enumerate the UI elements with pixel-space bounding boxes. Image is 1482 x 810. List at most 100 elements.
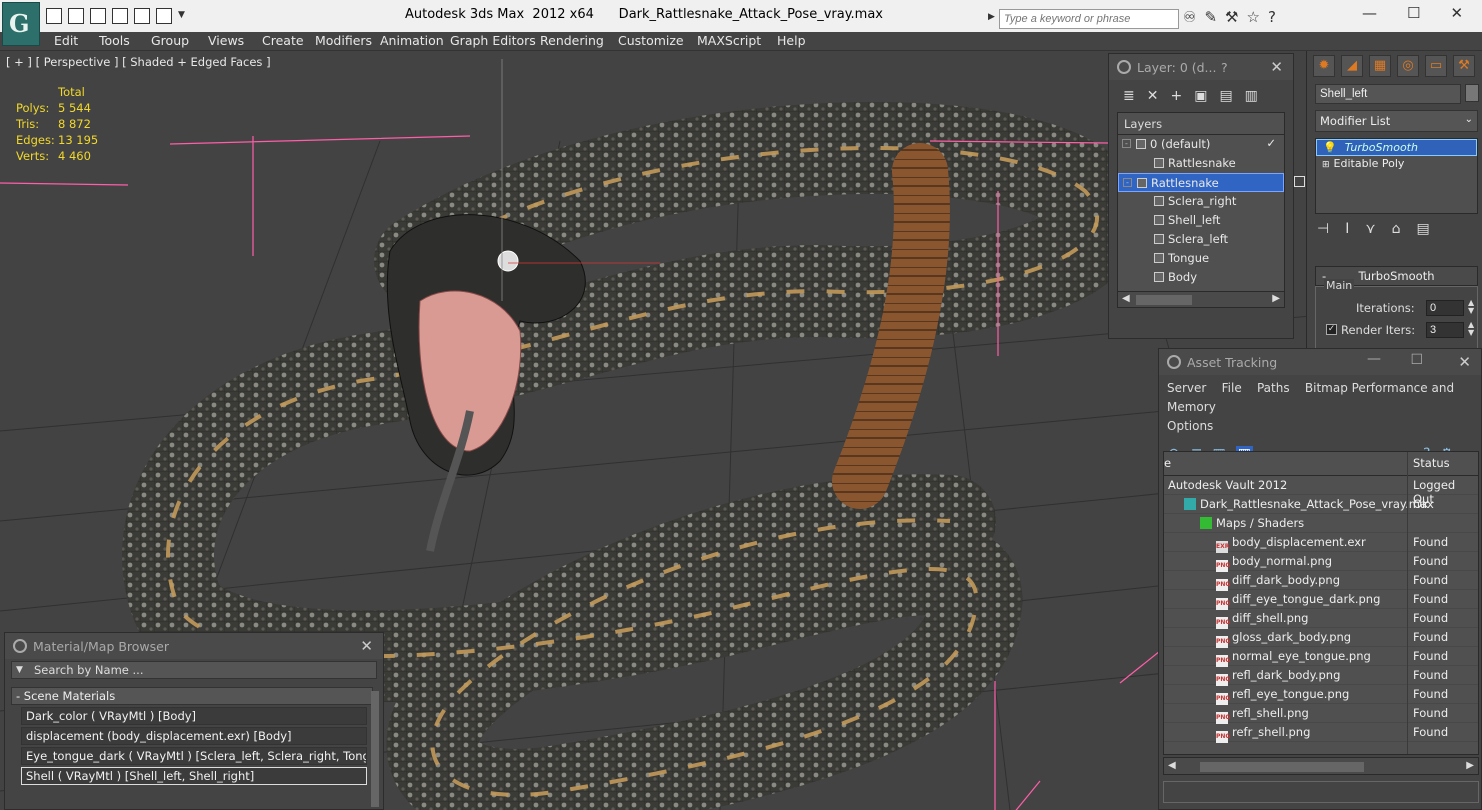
viewport-label[interactable]: [ + ] [ Perspective ] [ Shaded + Edged F…: [6, 55, 271, 69]
highlight-layer-icon[interactable]: ▤: [1219, 88, 1232, 104]
options-dropdown-icon[interactable]: ▼: [16, 665, 23, 675]
menu-animation[interactable]: Animation: [380, 33, 444, 48]
layer-help-icon[interactable]: ?: [1221, 60, 1228, 75]
asset-row[interactable]: Dark_Rattlesnake_Attack_Pose_vray.max Ok: [1164, 495, 1478, 514]
asset-row[interactable]: PNG gloss_dark_body.png Found: [1164, 628, 1478, 648]
asset-row[interactable]: PNG diff_dark_body.png Found: [1164, 571, 1478, 591]
create-layer-icon[interactable]: ≣: [1123, 88, 1135, 104]
spinner-arrows-icon[interactable]: ▲ ▼: [1468, 321, 1474, 337]
stack-item-editable-poly[interactable]: ⊞ Editable Poly: [1316, 156, 1477, 173]
maximize-icon[interactable]: ☐: [1407, 4, 1420, 22]
favorites-star-icon[interactable]: ☆: [1246, 8, 1259, 26]
minimize-icon[interactable]: —: [1362, 4, 1377, 22]
material-browser-titlebar[interactable]: Material/Map Browser ✕: [5, 633, 383, 659]
menu-edit[interactable]: Edit: [54, 33, 78, 48]
configure-sets-icon[interactable]: ▤: [1417, 221, 1430, 237]
asset-row[interactable]: Maps / Shaders: [1164, 514, 1478, 533]
render-iters-spinner[interactable]: [1426, 322, 1464, 338]
search-expand-icon[interactable]: ▶: [988, 12, 996, 24]
make-unique-icon[interactable]: ⋎: [1365, 221, 1375, 237]
collapse-icon[interactable]: -: [1123, 178, 1132, 187]
remove-modifier-icon[interactable]: ⌂: [1392, 221, 1401, 237]
layers-column-header[interactable]: Layers: [1118, 113, 1284, 135]
menu-group[interactable]: Group: [151, 33, 189, 48]
layer-row[interactable]: - 0 (default) ✓: [1118, 135, 1284, 154]
maximize-icon[interactable]: ☐: [1410, 352, 1423, 368]
scroll-thumb[interactable]: [1136, 295, 1192, 305]
scroll-left-icon[interactable]: ◀: [1168, 760, 1176, 771]
layer-row[interactable]: Body: [1118, 268, 1284, 287]
render-iters-checkbox[interactable]: ✓: [1326, 324, 1337, 335]
scene-materials-group[interactable]: - Scene Materials: [11, 687, 373, 705]
layer-row[interactable]: Tongue: [1118, 249, 1284, 268]
layer-row[interactable]: Sclera_right: [1118, 192, 1284, 211]
hierarchy-tab-icon[interactable]: ▦: [1369, 55, 1391, 77]
asset-row[interactable]: PNG diff_shell.png Found: [1164, 609, 1478, 629]
keyword-search-input[interactable]: [999, 9, 1179, 29]
asset-row[interactable]: PNG diff_eye_tongue_dark.png Found: [1164, 590, 1478, 610]
asset-menu-paths[interactable]: Paths: [1257, 381, 1290, 395]
stack-item-turbosmooth[interactable]: 💡 TurboSmooth: [1316, 139, 1477, 156]
close-icon[interactable]: ✕: [360, 637, 373, 655]
layer-row[interactable]: Rattlesnake: [1118, 154, 1284, 173]
asset-menu-server[interactable]: Server: [1167, 381, 1206, 395]
menu-tools[interactable]: Tools: [99, 33, 130, 48]
collapse-icon[interactable]: -: [1122, 139, 1131, 148]
current-layer-check-icon[interactable]: ✓: [1266, 136, 1276, 150]
lightbulb-icon[interactable]: 💡: [1323, 141, 1337, 154]
layer-hscrollbar[interactable]: ◀ ▶: [1118, 291, 1284, 307]
hide-all-icon[interactable]: ▥: [1245, 88, 1258, 104]
pin-stack-icon[interactable]: ⊣: [1317, 221, 1329, 237]
asset-row[interactable]: PNG refl_shell.png Found: [1164, 704, 1478, 724]
scroll-left-icon[interactable]: ◀: [1122, 293, 1130, 304]
hold-icon[interactable]: [134, 8, 150, 24]
minimize-icon[interactable]: —: [1367, 351, 1381, 367]
material-row[interactable]: Dark_color ( VRayMtl ) [Body]: [21, 707, 367, 725]
menu-create[interactable]: Create: [262, 33, 304, 48]
delete-layer-icon[interactable]: ✕: [1147, 88, 1159, 104]
close-icon[interactable]: ✕: [1450, 4, 1463, 22]
scroll-thumb[interactable]: [1200, 762, 1364, 772]
help-icon[interactable]: ?: [1268, 8, 1276, 26]
object-name-field[interactable]: [1315, 84, 1461, 104]
asset-row[interactable]: PNG refl_dark_body.png Found: [1164, 666, 1478, 686]
asset-row[interactable]: PNG refr_shell.png Found: [1164, 723, 1478, 743]
material-search[interactable]: ▼ Search by Name ...: [11, 661, 377, 679]
material-scrollbar[interactable]: [371, 691, 379, 807]
add-to-layer-icon[interactable]: +: [1170, 88, 1182, 104]
layer-panel-titlebar[interactable]: Layer: 0 (d... ? ✕: [1109, 54, 1293, 80]
asset-row[interactable]: PNG normal_eye_tongue.png Found: [1164, 647, 1478, 667]
asset-row[interactable]: EXR body_displacement.exr Found: [1164, 533, 1478, 553]
close-icon[interactable]: ✕: [1458, 353, 1471, 371]
menu-help[interactable]: Help: [777, 33, 806, 48]
open-folder-icon[interactable]: [46, 8, 62, 24]
spinner-arrows-icon[interactable]: ▲ ▼: [1468, 299, 1474, 315]
create-tab-icon[interactable]: ✹: [1313, 55, 1335, 77]
name-column-header[interactable]: e: [1164, 456, 1171, 470]
utilities-tab-icon[interactable]: ⚒: [1453, 55, 1475, 77]
undo-icon[interactable]: [90, 8, 106, 24]
asset-menu-bitmap-performance[interactable]: Bitmap Performance and Memory: [1167, 381, 1454, 414]
app-logo-button[interactable]: G: [2, 2, 40, 46]
asset-hscrollbar[interactable]: ◀ ▶: [1163, 757, 1479, 775]
close-icon[interactable]: ✕: [1270, 58, 1283, 76]
menu-graph-editors[interactable]: Graph Editors: [450, 33, 536, 48]
material-row[interactable]: Shell ( VRayMtl ) [Shell_left, Shell_rig…: [21, 767, 367, 785]
modifier-list-dropdown[interactable]: Modifier List ⌄: [1315, 110, 1478, 132]
column-divider[interactable]: [1407, 452, 1408, 754]
status-column-header[interactable]: Status: [1413, 456, 1450, 470]
menu-maxscript[interactable]: MAXScript: [697, 33, 761, 48]
show-end-result-icon[interactable]: Ⅰ: [1345, 221, 1349, 237]
menu-rendering[interactable]: Rendering: [540, 33, 604, 48]
select-objects-icon[interactable]: ▣: [1194, 88, 1207, 104]
menu-views[interactable]: Views: [208, 33, 244, 48]
save-icon[interactable]: [68, 8, 84, 24]
material-row[interactable]: Eye_tongue_dark ( VRayMtl ) [Sclera_left…: [21, 747, 367, 765]
object-color-swatch[interactable]: [1465, 84, 1479, 102]
material-row[interactable]: displacement (body_displacement.exr) [Bo…: [21, 727, 367, 745]
modify-tab-icon[interactable]: ◢: [1341, 55, 1363, 77]
scroll-right-icon[interactable]: ▶: [1466, 760, 1474, 771]
set-current-icon[interactable]: [1294, 176, 1305, 187]
qa-dropdown-icon[interactable]: ▼: [178, 10, 185, 26]
layer-row[interactable]: - Rattlesnake: [1118, 173, 1305, 192]
